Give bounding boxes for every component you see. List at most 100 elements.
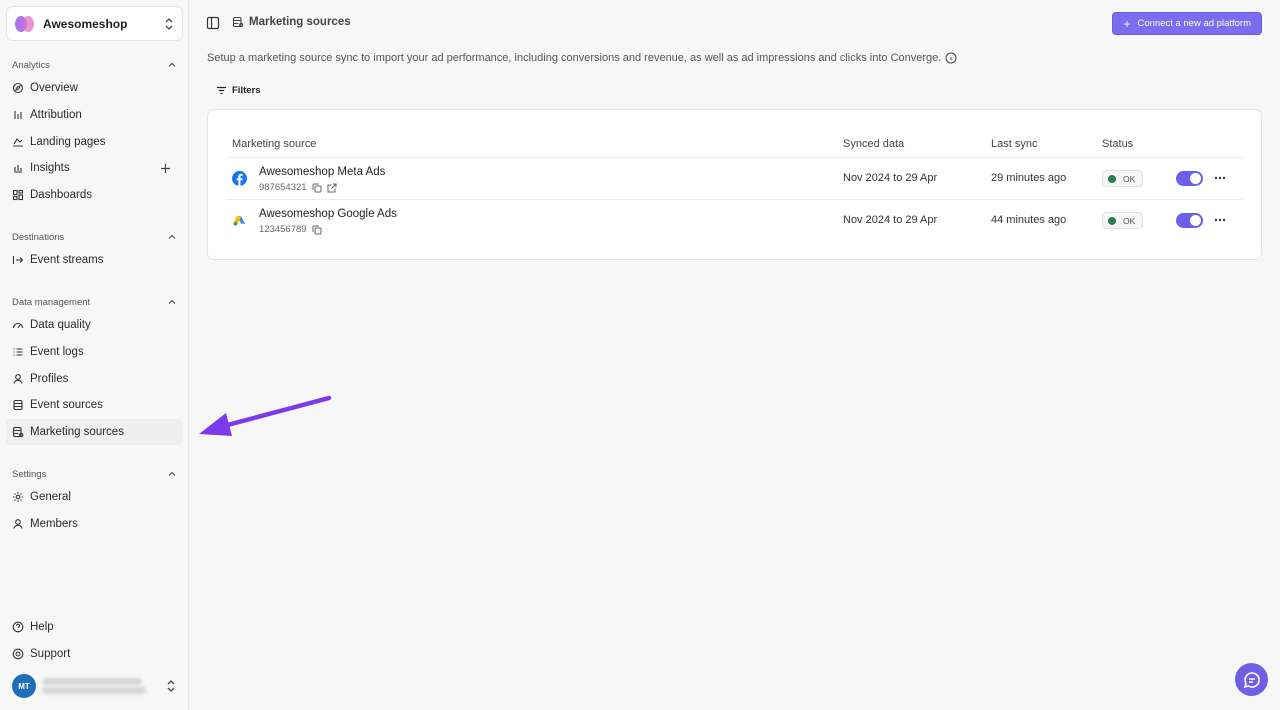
sidebar-item-event-streams[interactable]: Event streams [0,247,189,274]
chevron-updown-icon [165,18,173,30]
section-title: Settings [12,468,47,480]
table-row[interactable]: Awesomeshop Meta Ads 987654321 Nov 2024 … [226,157,1244,199]
more-horizontal-icon[interactable] [1213,170,1227,186]
sidebar-toggle-icon[interactable] [206,16,220,30]
sidebar-item-label: Dashboards [30,189,93,202]
enable-toggle[interactable] [1176,213,1203,228]
status-badge: OK [1102,212,1144,229]
chat-button[interactable] [1235,663,1268,696]
sidebar-item-label: Event sources [30,399,103,412]
section-analytics: Analytics Overview Attribution Landing p… [0,55,189,208]
sidebar-item-label: Data quality [30,319,91,332]
source-name: Awesomeshop Google Ads [259,208,397,220]
breadcrumb: Marketing sources [232,16,351,28]
sidebar-item-event-logs[interactable]: Event logs [0,339,189,366]
sidebar-item-landing-pages[interactable]: Landing pages [0,128,189,155]
arrow-right-icon [12,256,24,265]
button-label: Connect a new ad platform [1137,18,1251,29]
last-sync: 29 minutes ago [991,172,1067,184]
table-header: Marketing source Synced data Last sync S… [208,134,1261,158]
column-header: Last sync [991,138,1038,150]
sidebar-item-profiles[interactable]: Profiles [0,365,189,392]
annotation-arrow [199,395,332,436]
sidebar-item-label: Members [30,518,78,531]
synced-data: Nov 2024 to 29 Apr [843,172,938,184]
status-dot [1108,216,1116,225]
status-badge: OK [1102,170,1144,187]
sidebar-item-members[interactable]: Members [0,511,189,538]
section-title: Analytics [12,59,51,71]
workspace-logo [15,14,35,34]
sidebar-item-label: Landing pages [30,135,106,148]
chevron-up-icon [168,234,176,239]
sidebar-item-label: Profiles [30,372,69,385]
sidebar-item-label: Help [30,621,54,634]
source-name: Awesomeshop Meta Ads [259,166,386,178]
support-icon [12,648,24,660]
column-header: Status [1102,138,1134,150]
sidebar-item-help[interactable]: Help [0,614,189,641]
plus-icon[interactable] [160,163,171,174]
sidebar-item-label: Event logs [30,346,84,359]
more-horizontal-icon[interactable] [1213,212,1227,228]
filters-label: Filters [232,85,261,96]
section-header[interactable]: Destinations [0,227,189,247]
description-text: Setup a marketing source sync to import … [207,52,942,64]
enable-toggle[interactable] [1176,171,1203,186]
sidebar-item-label: Attribution [30,109,82,122]
external-link-icon[interactable] [327,183,337,193]
table-row[interactable]: Awesomeshop Google Ads 123456789 Nov 202… [226,199,1244,241]
filters-button[interactable]: Filters [216,85,261,96]
synced-data: Nov 2024 to 29 Apr [843,214,938,226]
sidebar-item-event-sources[interactable]: Event sources [0,392,189,419]
source-id-text: 987654321 [259,182,307,193]
chat-icon [1243,671,1260,688]
facebook-icon [232,171,247,186]
compass-icon [12,83,24,94]
google-ads-icon [233,216,245,226]
copy-icon[interactable] [312,183,322,193]
sidebar-item-support[interactable]: Support [0,641,189,668]
section-title: Destinations [12,231,65,243]
connect-ad-platform-button[interactable]: + Connect a new ad platform [1112,12,1262,35]
marketing-sources-table: Marketing source Synced data Last sync S… [207,109,1262,260]
sidebar-item-data-quality[interactable]: Data quality [0,312,189,339]
sidebar-item-general[interactable]: General [0,484,189,511]
sidebar-item-label: Insights [30,162,70,175]
section-header[interactable]: Data management [0,292,189,312]
sidebar-footer: Help Support [0,614,189,667]
section-data-management: Data management Data quality Event logs … [0,292,189,446]
database-icon [13,400,23,411]
user-menu[interactable]: MT [12,674,180,698]
avatar: MT [12,674,36,698]
sidebar-item-insights[interactable]: Insights [0,155,189,182]
sidebar-item-label: Event streams [30,254,104,267]
attribution-icon [14,111,22,120]
sidebar-item-label: Marketing sources [30,426,124,439]
status-text: OK [1123,173,1136,184]
database-gear-icon [232,16,244,28]
column-header: Synced data [843,138,905,150]
source-id: 987654321 [259,182,337,193]
section-destinations: Destinations Event streams [0,227,189,274]
user-icon [13,373,23,384]
sidebar-item-marketing-sources[interactable]: Marketing sources [6,418,183,446]
info-icon[interactable] [945,52,957,64]
sidebar-item-overview[interactable]: Overview [0,75,189,102]
sidebar-item-attribution[interactable]: Attribution [0,102,189,129]
status-dot [1108,174,1116,183]
page-title: Marketing sources [249,16,351,28]
workspace-switcher[interactable]: Awesomeshop [6,6,183,41]
section-header[interactable]: Settings [0,464,189,484]
section-header[interactable]: Analytics [0,55,189,75]
chevron-up-icon [168,471,176,476]
section-settings: Settings General Members [0,464,189,537]
sidebar-item-dashboards[interactable]: Dashboards [0,182,189,209]
blurred-user-info [42,676,150,696]
source-id-text: 123456789 [259,224,307,235]
landing-icon [13,137,23,147]
sidebar-item-label: Support [30,648,71,661]
source-id: 123456789 [259,224,322,235]
chevron-up-icon [168,62,176,67]
copy-icon[interactable] [312,225,322,235]
